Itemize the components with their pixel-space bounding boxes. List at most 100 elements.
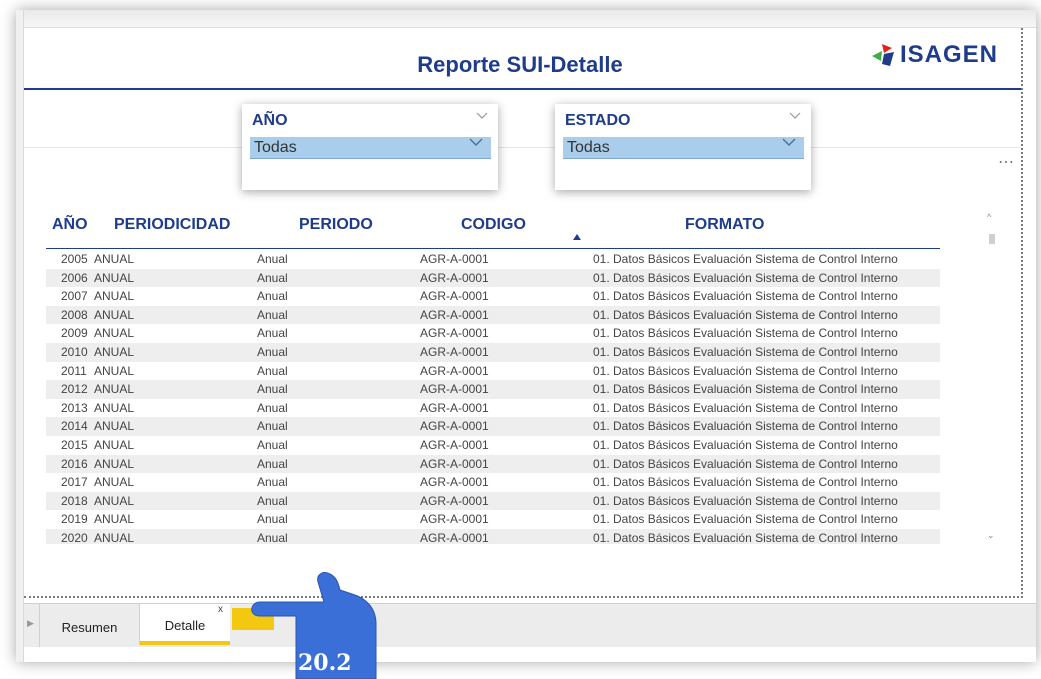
table-cell: AGR-A-0001	[420, 475, 489, 490]
table-cell: ANUAL	[94, 419, 135, 434]
table-cell: AGR-A-0001	[420, 400, 489, 415]
table-cell: 2020	[61, 530, 88, 544]
table-row[interactable]: 2020 ANUAL Anual AGR-A-0001 01. Datos Básico…	[46, 528, 940, 544]
table-cell: 2018	[61, 493, 88, 508]
table-cell: Anual	[257, 363, 288, 378]
table-cell: 01. Datos Básicos Evaluación Sistema de …	[593, 270, 898, 285]
table-cell: 2012	[61, 382, 88, 397]
table-row[interactable]: 2009 ANUAL Anual AGR-A-0001 01. Datos Básico…	[46, 324, 940, 343]
table-cell: Anual	[257, 419, 288, 434]
table-cell: 01. Datos Básicos Evaluación Sistema de …	[593, 307, 898, 322]
more-options-icon[interactable]: ⋯	[998, 152, 1015, 172]
table-cell: Anual	[257, 456, 288, 471]
chevron-down-icon[interactable]	[469, 137, 483, 147]
table-row[interactable]: 2014 ANUAL Anual AGR-A-0001 01. Datos Básico…	[46, 417, 940, 436]
table-cell: AGR-A-0001	[420, 326, 489, 341]
table-cell: ANUAL	[94, 493, 135, 508]
column-header-format[interactable]: FORMATO	[685, 216, 764, 234]
table-cell: AGR-A-0001	[420, 252, 489, 266]
table-row[interactable]: 2008 ANUAL Anual AGR-A-0001 01. Datos Básico…	[46, 305, 940, 325]
table-row[interactable]: 2017 ANUAL Anual AGR-A-0001 01. Datos Básico…	[46, 473, 940, 492]
table-cell: Anual	[257, 530, 288, 544]
table-cell: 2007	[61, 289, 88, 304]
table-row[interactable]: 2016 ANUAL Anual AGR-A-0001 01. Datos Básico…	[46, 454, 940, 474]
table-cell: ANUAL	[94, 270, 135, 285]
table-cell: 2006	[61, 270, 88, 285]
table-cell: AGR-A-0001	[420, 382, 489, 397]
table-cell: AGR-A-0001	[420, 437, 489, 452]
slicer-status-label: ESTADO	[565, 112, 631, 129]
tab-detalle[interactable]: Detalle	[140, 604, 230, 645]
table-cell: 01. Datos Básicos Evaluación Sistema de …	[593, 382, 898, 397]
table-cell: Anual	[257, 493, 288, 508]
column-header-periodicity[interactable]: PERIODICIDAD	[114, 216, 230, 234]
table-cell: AGR-A-0001	[420, 289, 489, 304]
table-cell: 01. Datos Básicos Evaluación Sistema de …	[593, 252, 898, 266]
table-row[interactable]: 2019 ANUAL Anual AGR-A-0001 01. Datos Básico…	[46, 510, 940, 529]
logo-mark-icon	[872, 44, 894, 66]
slicer-year-value: Todas	[254, 139, 297, 156]
table-cell: 2005	[61, 252, 88, 266]
table-cell: 01. Datos Básicos Evaluación Sistema de …	[593, 493, 898, 508]
table-cell: AGR-A-0001	[420, 270, 489, 285]
header-divider	[24, 88, 1021, 90]
logo-text: ISAGEN	[900, 41, 999, 68]
table-cell: 2014	[61, 419, 88, 434]
slicer-status-dropdown[interactable]: Todas	[563, 137, 804, 159]
table-row[interactable]: 2015 ANUAL Anual AGR-A-0001 01. Datos Básico…	[46, 436, 940, 455]
table-cell: Anual	[257, 307, 288, 322]
tab-resumen[interactable]: Resumen	[40, 604, 140, 645]
chevron-down-icon[interactable]	[782, 137, 796, 147]
table-row[interactable]: 2018 ANUAL Anual AGR-A-0001 01. Datos Básico…	[46, 491, 940, 511]
table-cell: Anual	[257, 326, 288, 341]
section-divider	[24, 147, 1021, 148]
table-cell: Anual	[257, 289, 288, 304]
table-cell: Anual	[257, 344, 288, 359]
power-bi-report-window: Reporte SUI-Detalle ISAGEN ⋯ AÑO Todas E…	[0, 0, 1041, 679]
table-cell: 01. Datos Básicos Evaluación Sistema de …	[593, 326, 898, 341]
table-cell: ANUAL	[94, 326, 135, 341]
table-cell: ANUAL	[94, 344, 135, 359]
table-body: 2005 ANUAL Anual AGR-A-0001 01. Datos Básico…	[46, 250, 940, 544]
table-row[interactable]: 2005 ANUAL Anual AGR-A-0001 01. Datos Básico…	[46, 250, 940, 269]
slicer-year-dropdown[interactable]: Todas	[250, 137, 491, 159]
tab-nav-left-icon[interactable]: ▶	[24, 603, 40, 647]
table-cell: ANUAL	[94, 530, 135, 544]
table-cell: AGR-A-0001	[420, 456, 489, 471]
table-cell: 01. Datos Básicos Evaluación Sistema de …	[593, 344, 898, 359]
column-header-period[interactable]: PERIODO	[299, 216, 373, 234]
table-cell: 2009	[61, 326, 88, 341]
slicer-status[interactable]: ESTADO Todas	[555, 104, 811, 190]
table-row[interactable]: 2007 ANUAL Anual AGR-A-0001 01. Datos Básico…	[46, 287, 940, 306]
scrollbar-thumb[interactable]	[989, 234, 995, 244]
window-left-strip	[16, 10, 24, 662]
table-row[interactable]: 2013 ANUAL Anual AGR-A-0001 01. Datos Básico…	[46, 399, 940, 418]
table-cell: 01. Datos Básicos Evaluación Sistema de …	[593, 437, 898, 452]
table-cell: Anual	[257, 382, 288, 397]
sort-ascending-icon	[573, 234, 581, 240]
table-cell: 2016	[61, 456, 88, 471]
slicer-status-value: Todas	[567, 139, 610, 156]
column-header-year[interactable]: AÑO	[52, 216, 88, 234]
table-cell: AGR-A-0001	[420, 363, 489, 378]
table-scrollbar[interactable]: ^ ⌄	[987, 212, 997, 542]
column-header-code[interactable]: CODIGO	[461, 216, 526, 234]
chevron-down-icon[interactable]	[789, 112, 801, 120]
slicer-year[interactable]: AÑO Todas	[242, 104, 498, 190]
table-row[interactable]: 2006 ANUAL Anual AGR-A-0001 01. Datos Básico…	[46, 268, 940, 288]
table-cell: AGR-A-0001	[420, 493, 489, 508]
table-row[interactable]: 2012 ANUAL Anual AGR-A-0001 01. Datos Básico…	[46, 380, 940, 399]
table-row[interactable]: 2010 ANUAL Anual AGR-A-0001 01. Datos Básico…	[46, 342, 940, 362]
table-cell: 01. Datos Básicos Evaluación Sistema de …	[593, 456, 898, 471]
scroll-down-icon[interactable]: ⌄	[987, 530, 995, 541]
table-cell: 01. Datos Básicos Evaluación Sistema de …	[593, 289, 898, 304]
table-cell: AGR-A-0001	[420, 307, 489, 322]
table-cell: 01. Datos Básicos Evaluación Sistema de …	[593, 400, 898, 415]
scroll-up-icon[interactable]: ^	[987, 212, 991, 222]
table-cell: 2015	[61, 437, 88, 452]
table-cell: 2008	[61, 307, 88, 322]
table-cell: Anual	[257, 270, 288, 285]
table-cell: 01. Datos Básicos Evaluación Sistema de …	[593, 530, 898, 544]
chevron-down-icon[interactable]	[476, 112, 488, 120]
table-row[interactable]: 2011 ANUAL Anual AGR-A-0001 01. Datos Básico…	[46, 362, 940, 381]
